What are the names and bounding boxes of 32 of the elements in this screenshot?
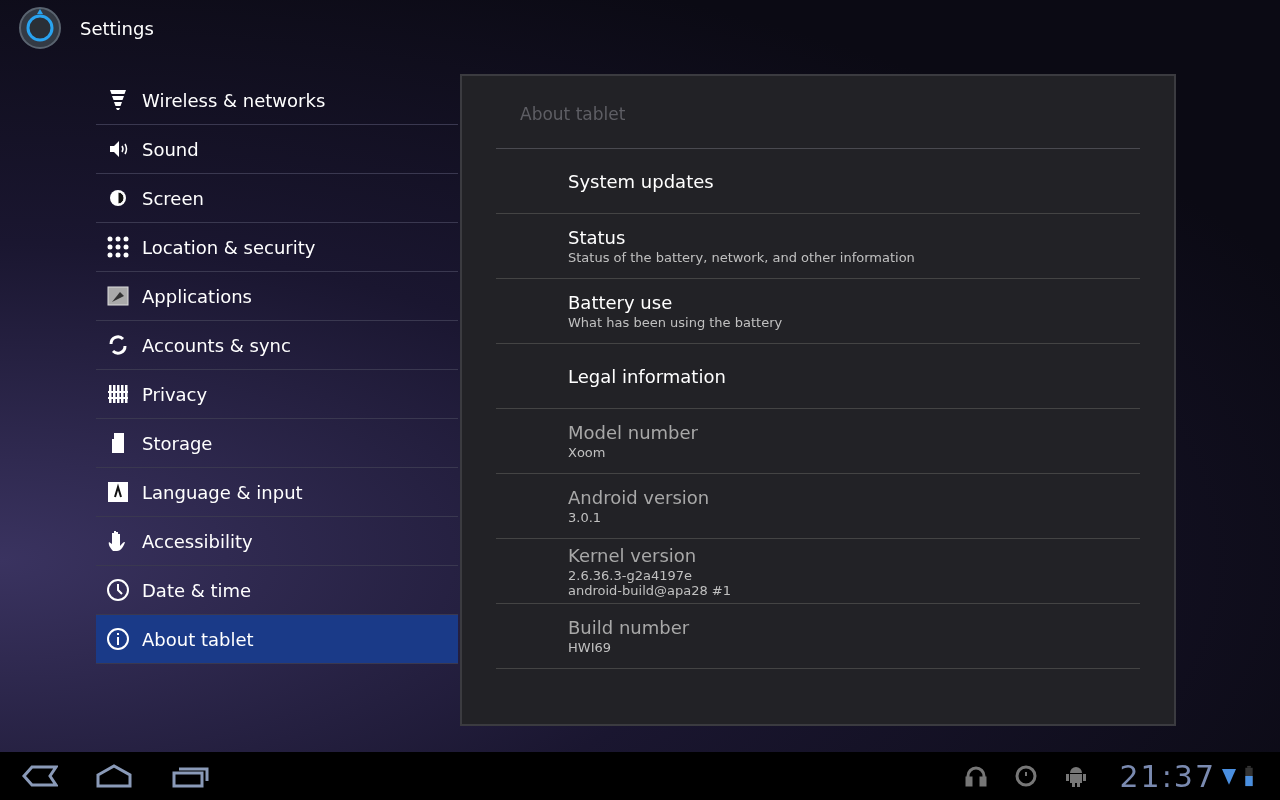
settings-category[interactable]: Location & security bbox=[96, 223, 458, 272]
section-title: About tablet bbox=[496, 76, 1140, 149]
preference-title: Legal information bbox=[568, 365, 726, 387]
preference-title: Kernel version bbox=[568, 544, 698, 566]
preference-row[interactable]: Legal information bbox=[496, 344, 1140, 409]
preference-row[interactable]: Battery use What has been using the battery bbox=[496, 279, 1140, 344]
preference-row[interactable]: Status Status of the battery, network, and other information bbox=[496, 214, 1140, 279]
preference-summary: What has been using the battery bbox=[568, 315, 783, 330]
preference-title: Battery use bbox=[568, 292, 674, 313]
preference-summary: Xoom bbox=[568, 445, 607, 460]
preference-summary: 2.6.36.3-g2a4197e android-build@apa28 #1 bbox=[568, 567, 731, 598]
preference-title: Status bbox=[568, 227, 627, 248]
preference-row[interactable]: System updates bbox=[496, 149, 1140, 214]
preference-summary: Status of the battery, network, and other information bbox=[568, 250, 915, 265]
settings-category[interactable]: Screen bbox=[96, 174, 458, 223]
preference-title: Model number bbox=[568, 422, 699, 443]
preference-title: Build number bbox=[568, 617, 690, 638]
settings-category[interactable]: Language & input bbox=[96, 468, 458, 517]
settings-category[interactable]: Accounts & sync bbox=[96, 321, 458, 370]
settings-category[interactable]: Accessibility bbox=[96, 517, 458, 566]
settings-category[interactable]: Applications bbox=[96, 272, 458, 321]
settings-category[interactable]: Sound bbox=[96, 125, 458, 174]
preference-title: System updates bbox=[568, 170, 714, 192]
preference-summary: HWI69 bbox=[568, 640, 612, 655]
settings-category[interactable]: Privacy bbox=[96, 370, 458, 419]
app-title: Settings bbox=[80, 17, 154, 39]
clock-time: 21:37 bbox=[1119, 758, 1216, 794]
settings-category[interactable]: About tablet bbox=[96, 615, 458, 664]
preference-title: Android version bbox=[568, 487, 710, 508]
settings-category[interactable]: Storage bbox=[96, 419, 458, 468]
settings-category[interactable]: Wireless & networks bbox=[96, 76, 458, 125]
preference-summary: 3.0.1 bbox=[568, 510, 603, 525]
